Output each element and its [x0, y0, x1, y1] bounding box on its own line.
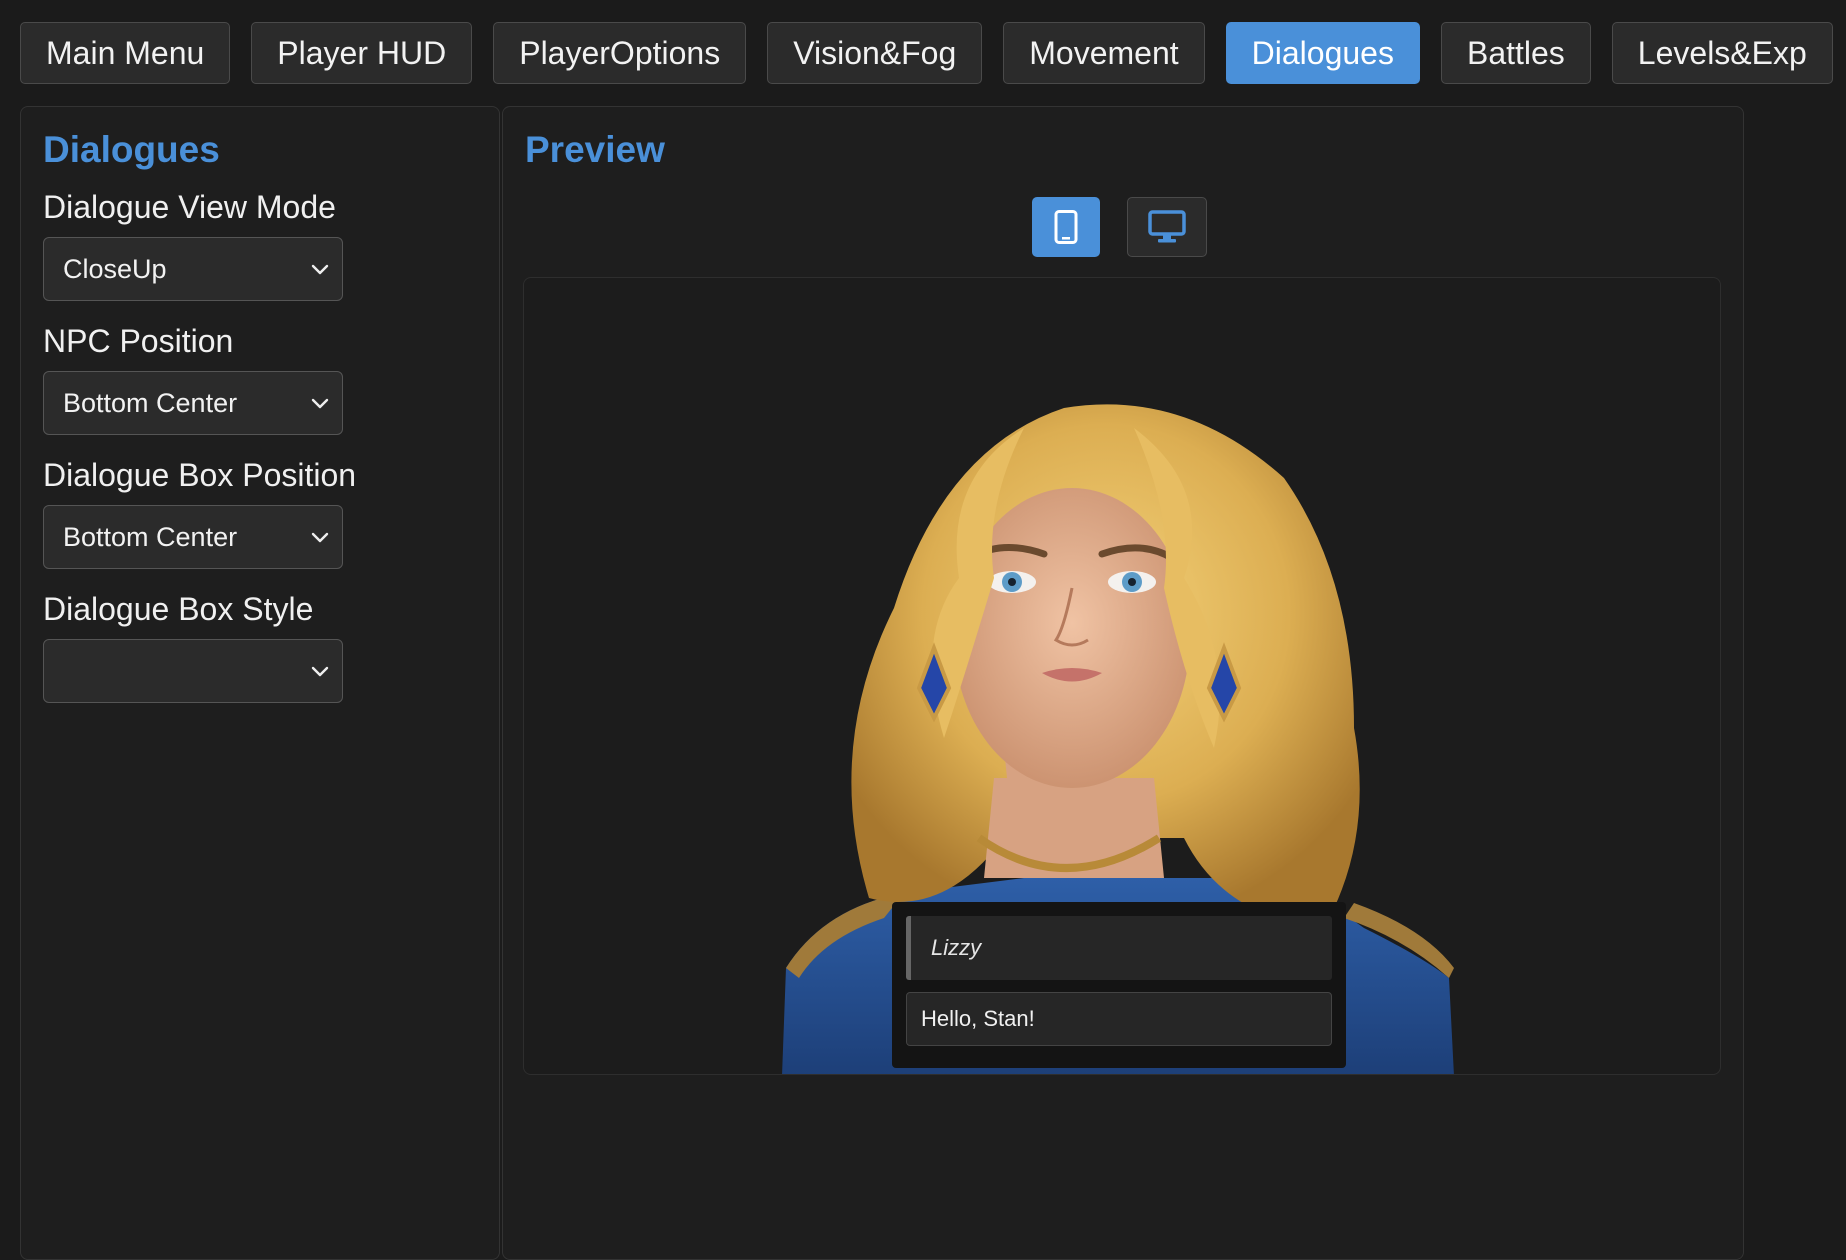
tab-movement[interactable]: Movement	[1003, 22, 1205, 84]
top-tab-bar: Main Menu Player HUD PlayerOptions Visio…	[20, 22, 1833, 84]
settings-panel: Dialogues Dialogue View Mode CloseUp NPC…	[20, 106, 500, 1260]
chevron-down-icon	[311, 398, 329, 409]
preview-title: Preview	[525, 129, 665, 170]
box-position-select[interactable]: Bottom Center	[43, 505, 343, 569]
chevron-down-icon	[311, 666, 329, 677]
box-style-label: Dialogue Box Style	[43, 591, 314, 627]
dialogue-text: Hello, Stan!	[906, 992, 1332, 1046]
view-mode-select[interactable]: CloseUp	[43, 237, 343, 301]
mobile-icon	[1054, 210, 1078, 244]
preview-panel: Preview Lizzy Hello, Stan!	[502, 106, 1744, 1260]
box-position-label: Dialogue Box Position	[43, 457, 357, 493]
preview-stage: Lizzy Hello, Stan!	[523, 277, 1721, 1075]
tab-player-hud[interactable]: Player HUD	[251, 22, 473, 84]
chevron-down-icon	[311, 264, 329, 275]
npc-position-label: NPC Position	[43, 323, 234, 359]
desktop-icon	[1148, 210, 1186, 243]
npc-position-value: Bottom Center	[63, 388, 238, 418]
box-style-select[interactable]	[43, 639, 343, 703]
speaker-name: Lizzy	[906, 916, 1332, 980]
npc-position-select[interactable]: Bottom Center	[43, 371, 343, 435]
view-mode-value: CloseUp	[63, 254, 167, 284]
settings-title: Dialogues	[43, 129, 220, 170]
view-mode-label: Dialogue View Mode	[43, 189, 336, 225]
tab-main-menu[interactable]: Main Menu	[20, 22, 231, 84]
desktop-view-button[interactable]	[1127, 197, 1207, 257]
tab-battles[interactable]: Battles	[1440, 22, 1591, 84]
chevron-down-icon	[311, 532, 329, 543]
tab-vision-fog[interactable]: Vision&Fog	[767, 22, 983, 84]
tab-dialogues[interactable]: Dialogues	[1225, 22, 1420, 84]
box-position-value: Bottom Center	[63, 522, 238, 552]
mobile-view-button[interactable]	[1032, 197, 1100, 257]
tab-player-options[interactable]: PlayerOptions	[493, 22, 747, 84]
tab-levels-exp[interactable]: Levels&Exp	[1611, 22, 1833, 84]
dialogue-box: Lizzy Hello, Stan!	[892, 902, 1346, 1068]
